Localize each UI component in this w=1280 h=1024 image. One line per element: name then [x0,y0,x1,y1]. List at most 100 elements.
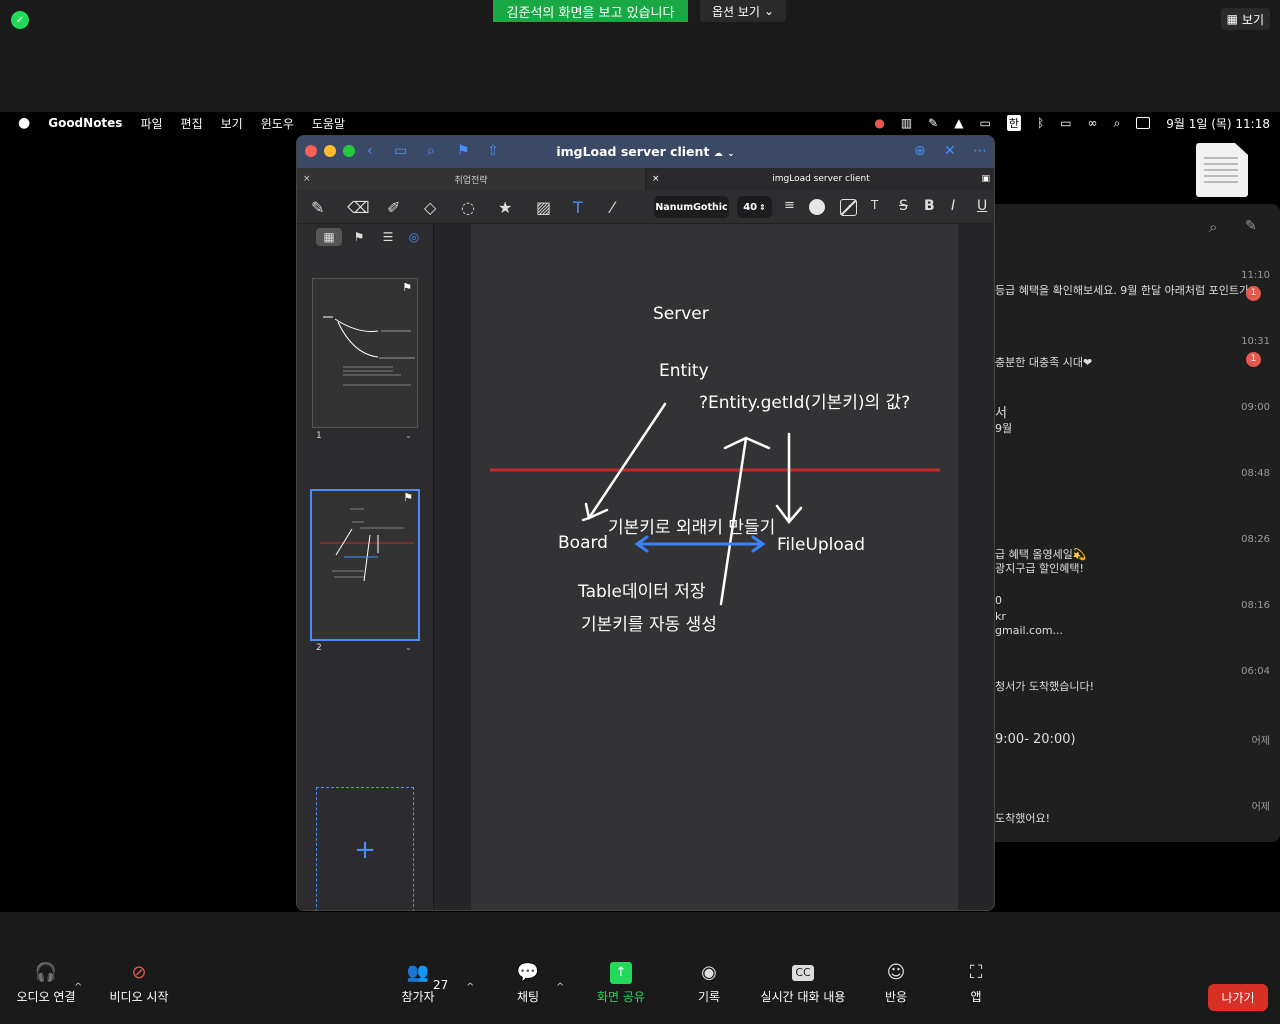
menubar-datetime[interactable]: 9월 1일 (목) 11:18 [1166,115,1270,132]
list-item-time: 10:31 [1241,336,1270,347]
input-source-icon[interactable]: 한 [1006,115,1021,131]
strikethrough-icon[interactable]: S [899,198,908,214]
background-color-icon[interactable] [840,199,857,216]
document-file-icon[interactable] [1196,143,1248,197]
text-autogen[interactable]: 기본키를 자동 생성 [581,610,717,635]
record-button[interactable]: ◉ 기록 [695,962,723,1005]
arrow-entity-to-board [581,402,667,522]
image-tool-icon[interactable]: ▨ [536,198,551,217]
apple-icon[interactable]: ● [18,115,30,131]
bookmark-icon[interactable]: ⚑ [402,281,412,294]
video-button[interactable]: ⊘ 비디오 시작 [107,962,171,1005]
sticker-tool-icon[interactable]: ★ [498,198,512,217]
participants-button[interactable]: 👥 참가자 [398,962,438,1005]
font-size-selector[interactable]: 40 ⇕ [737,196,772,218]
underline-icon[interactable]: U [977,198,987,214]
laser-pointer-icon[interactable]: ⁄ [611,198,614,217]
more-icon[interactable]: ⋯ [973,143,987,159]
tab-label: imgLoad server client [772,174,870,184]
tab-imgload[interactable]: × imgLoad server client ▣ [646,168,994,190]
share-screen-button[interactable]: ↑ 화면 공유 [594,962,648,1005]
sync-icon[interactable]: ◎ [401,228,427,246]
control-center-icon[interactable] [1136,117,1151,129]
color-swatch-icon[interactable] [809,199,825,215]
document-title[interactable]: imgLoad server client ☁ ⌄ [297,144,994,159]
chevron-down-icon[interactable]: ⌄ [405,431,412,440]
layout-icon[interactable]: ▥ [901,116,912,130]
page-thumbnail-1[interactable]: ⚑ [312,278,418,428]
drive-icon[interactable]: ▲ [954,116,963,130]
bookmarks-tab-icon[interactable]: ⚑ [346,228,372,246]
text-fileupload[interactable]: FileUpload [777,535,865,555]
text-fk[interactable]: 기본키로 외래키 만들기 [608,513,775,538]
thumbnail-sketch [320,508,414,582]
thumbnails-tab-icon[interactable]: ▦ [316,228,342,246]
text-board[interactable]: Board [558,533,608,553]
menu-file[interactable]: 파일 [140,115,162,132]
link-icon[interactable]: ∞ [1087,116,1097,130]
chevron-down-icon[interactable]: ⌄ [405,643,412,652]
tab-career-strategy[interactable]: × 취업전략 [297,168,646,190]
font-family-selector[interactable]: NanumGothic [654,196,729,218]
close-icon[interactable]: ✕ [944,143,956,159]
menu-window[interactable]: 윈도우 [261,115,294,132]
page-thumbnail-2[interactable]: ⚑ [310,489,420,641]
eraser-tool-icon[interactable]: ⌫ [347,198,370,217]
tab-close-icon[interactable]: × [303,174,311,184]
video-label: 비디오 시작 [109,990,169,1004]
tab-overview-icon[interactable]: ▣ [981,174,990,184]
add-page-button[interactable]: + [316,787,414,910]
captions-button[interactable]: CC 실시간 대화 내용 [758,962,848,1005]
menu-help[interactable]: 도움말 [312,115,345,132]
screen-share-icon[interactable]: ▭ [979,116,990,130]
view-button[interactable]: ▦ 보기 [1220,8,1270,30]
security-shield-icon[interactable]: ✓ [11,11,29,29]
leave-button[interactable]: 나가기 [1208,984,1268,1011]
thumbnail-sketch [323,316,415,386]
search-icon[interactable]: ⌕ [1209,218,1217,236]
search-icon[interactable]: ⌕ [1113,116,1120,131]
file-line [1204,175,1238,177]
note-page[interactable]: Server Entity ?Entity.getId(기본키)의 값? 기본키… [471,224,958,910]
text-entity[interactable]: Entity [659,361,709,381]
audio-options-caret[interactable]: ^ [74,982,82,993]
pen-tool-icon[interactable]: ✎ [311,198,324,217]
shape-tool-icon[interactable]: ◇ [424,198,436,217]
chat-button[interactable]: 💬 채팅 [514,962,542,1005]
add-page-icon[interactable]: ⊕ [914,143,926,159]
chat-status-icon[interactable]: ● [874,116,884,130]
cc-icon: CC [792,965,814,981]
canvas-area[interactable]: Server Entity ?Entity.getId(기본키)의 값? 기본키… [434,224,994,910]
reactions-button[interactable]: ☺ 반응 [883,962,909,1005]
list-item-time: 08:26 [1241,534,1270,545]
bold-icon[interactable]: B [924,198,935,214]
menu-app-name[interactable]: GoodNotes [48,116,122,130]
pen-status-icon[interactable]: ✎ [928,116,938,130]
sidebar-tabs: ▦ ⚑ ☰ ◎ [297,224,434,252]
menu-view[interactable]: 보기 [221,115,243,132]
outline-tab-icon[interactable]: ☰ [375,228,401,246]
chat-options-caret[interactable]: ^ [556,982,564,993]
new-chat-icon[interactable]: ✎ [1245,218,1257,234]
background-chat-window[interactable]: ⌕ ✎ 등급 혜택을 확인해보세요. 9월 한달 아래처럼 포인트가 11:10… [994,204,1280,842]
bluetooth-icon[interactable]: ᛒ [1037,116,1044,130]
menu-edit[interactable]: 편집 [181,115,203,132]
tab-close-icon[interactable]: × [652,174,660,184]
highlighter-tool-icon[interactable]: ✐ [387,198,400,217]
italic-icon[interactable]: I [951,198,955,214]
participants-count: 27 [433,978,449,992]
text-box-style-icon[interactable]: T [871,198,878,212]
stepper-icon: ⇕ [759,202,766,212]
align-icon[interactable]: ≡ [784,198,795,213]
text-entity-question[interactable]: ?Entity.getId(기본키)의 값? [699,388,910,413]
text-table-save[interactable]: Table데이터 저장 [578,577,706,602]
battery-icon[interactable]: ▭ [1060,116,1071,130]
lasso-tool-icon[interactable]: ◌ [461,198,475,217]
apps-button[interactable]: ⛶ 앱 [964,962,988,1005]
audio-button[interactable]: 🎧 오디오 연결 [14,962,78,1005]
text-tool-icon[interactable]: T [573,198,583,217]
text-server[interactable]: Server [653,304,709,324]
view-options-button[interactable]: 옵션 보기 ⌄ [700,0,786,22]
bookmark-icon[interactable]: ⚑ [403,491,413,504]
participants-options-caret[interactable]: ^ [466,982,474,993]
